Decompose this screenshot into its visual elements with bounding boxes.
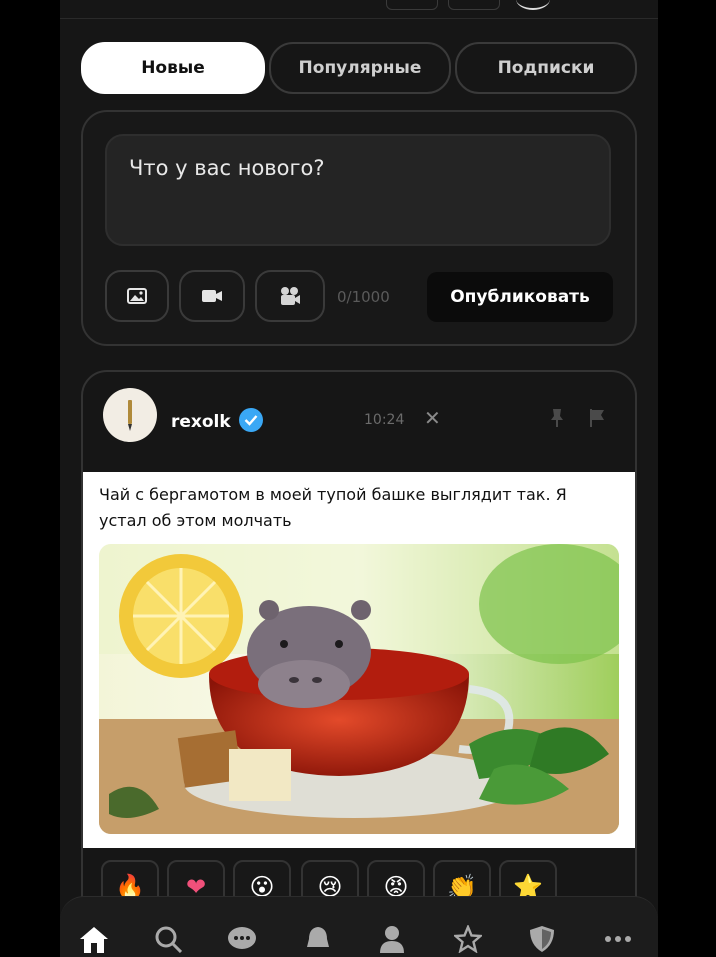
attach-image-button[interactable]	[105, 270, 169, 322]
top-bar-button[interactable]	[386, 0, 438, 10]
image-icon	[127, 288, 147, 304]
post-text: Чай с бергамотом в моей тупой башке выгл…	[99, 485, 567, 530]
verified-icon	[239, 408, 263, 432]
tab-subscriptions[interactable]: Подписки	[455, 42, 637, 94]
post-time: 10:24	[364, 412, 405, 428]
more-icon[interactable]	[602, 925, 634, 953]
messages-icon[interactable]	[226, 925, 258, 953]
top-bar	[60, 0, 658, 19]
gif-icon	[281, 287, 300, 305]
bottom-nav	[60, 896, 658, 957]
attach-video-button[interactable]	[179, 270, 245, 322]
attach-gif-button[interactable]	[255, 270, 325, 322]
composer-input[interactable]: Что у вас нового?	[105, 134, 611, 246]
feed-tabs: Новые Популярные Подписки	[81, 42, 637, 94]
tab-popular[interactable]: Популярные	[269, 42, 451, 94]
home-icon[interactable]	[78, 925, 110, 953]
profile-icon[interactable]	[376, 925, 408, 953]
flag-icon[interactable]	[589, 408, 605, 432]
post-image[interactable]	[99, 544, 619, 834]
avatar[interactable]	[103, 388, 157, 442]
top-bar-button[interactable]	[448, 0, 500, 10]
shield-icon[interactable]	[526, 925, 558, 953]
bell-icon[interactable]	[302, 925, 334, 953]
close-icon[interactable]: ✕	[424, 406, 441, 430]
star-icon[interactable]	[452, 925, 484, 953]
post-content: Чай с бергамотом в моей тупой башке выгл…	[83, 472, 635, 848]
tab-new[interactable]: Новые	[81, 42, 265, 94]
pin-icon[interactable]	[549, 408, 565, 432]
video-icon	[202, 290, 222, 302]
search-icon[interactable]	[152, 925, 184, 953]
post-card: rexolk 10:24 ✕ Чай с бергамотом в моей т…	[81, 370, 637, 934]
avatar-pen-icon	[128, 400, 132, 431]
post-username[interactable]: rexolk	[171, 412, 231, 432]
char-counter: 0/1000	[337, 288, 390, 306]
publish-button[interactable]: Опубликовать	[427, 272, 613, 322]
top-bar-avatar[interactable]	[516, 0, 550, 10]
post-composer: Что у вас нового? 0/1000 Опубликовать	[81, 110, 637, 346]
app-window: Новые Популярные Подписки Что у вас ново…	[60, 0, 658, 957]
